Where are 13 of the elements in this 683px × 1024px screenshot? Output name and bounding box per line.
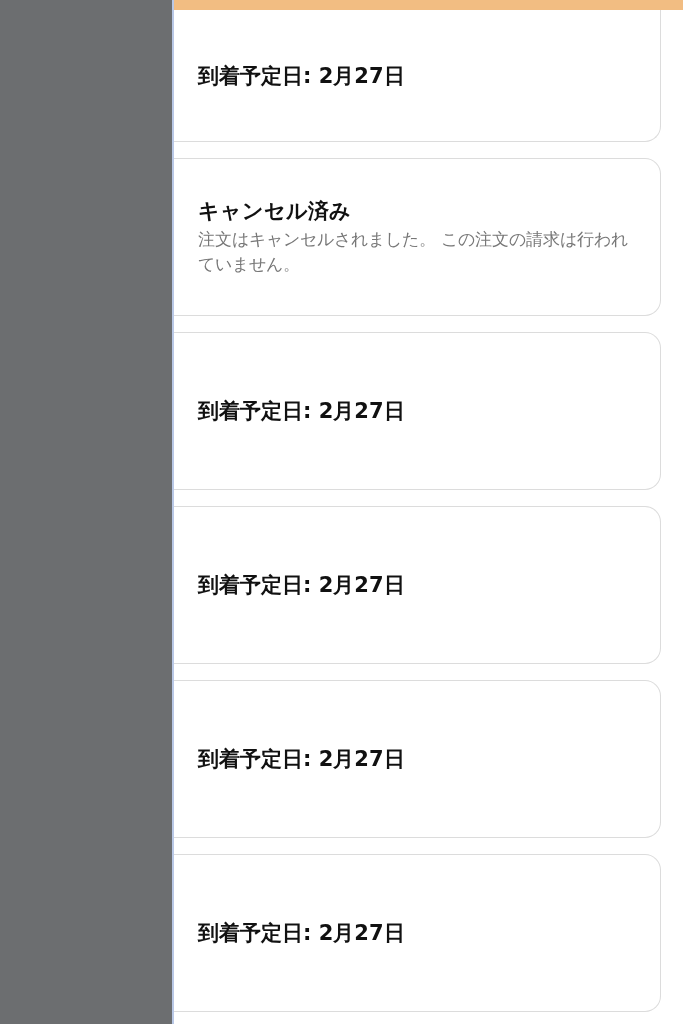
order-card[interactable]: 到着予定日: 2月27日 bbox=[174, 680, 661, 838]
status-message: 注文はキャンセルされました。 この注文の請求は行われていません。 bbox=[198, 227, 630, 276]
order-card[interactable]: 到着予定日: 2月27日 bbox=[174, 332, 661, 490]
delivery-date: 到着予定日: 2月27日 bbox=[198, 746, 406, 773]
delivery-date: 到着予定日: 2月27日 bbox=[198, 398, 406, 425]
order-card[interactable]: 到着予定日: 2月27日 bbox=[174, 506, 661, 664]
delivery-date: 到着予定日: 2月27日 bbox=[198, 572, 406, 599]
delivery-date: 到着予定日: 2月27日 bbox=[198, 920, 406, 947]
delivery-date: 到着予定日: 2月27日 bbox=[198, 62, 406, 90]
status-title: キャンセル済み bbox=[198, 197, 352, 225]
order-card[interactable]: 到着予定日: 2月27日 bbox=[174, 10, 661, 142]
order-card[interactable]: キャンセル済み 注文はキャンセルされました。 この注文の請求は行われていません。 bbox=[174, 158, 661, 316]
order-card[interactable]: 到着予定日: 2月27日 bbox=[174, 854, 661, 1012]
